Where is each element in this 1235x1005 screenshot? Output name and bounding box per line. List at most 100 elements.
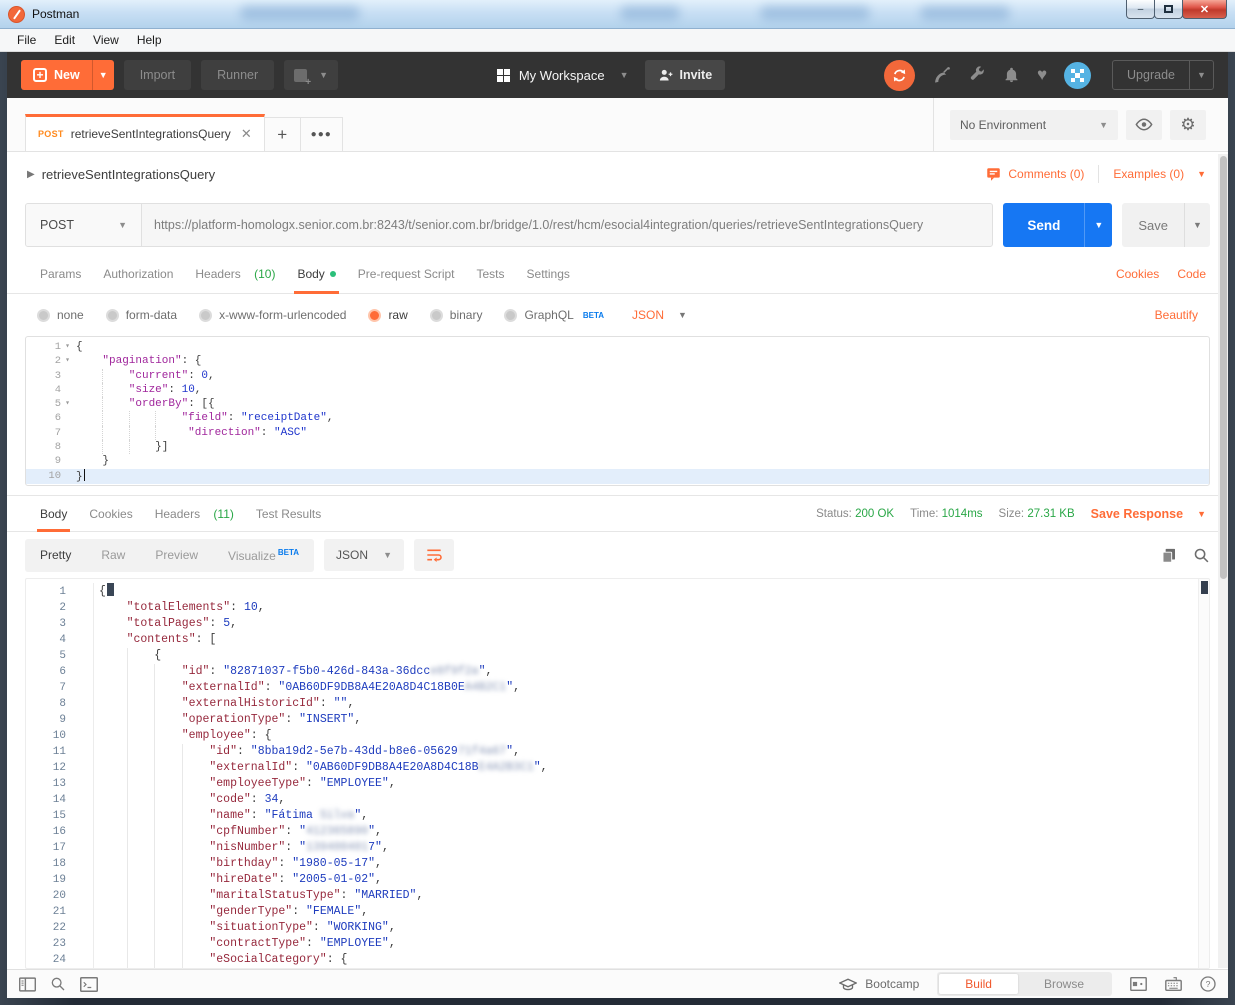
new-button[interactable]: +New ▼	[21, 60, 114, 90]
mode-binary[interactable]: binary	[430, 308, 483, 322]
close-button[interactable]: ✕	[1182, 0, 1227, 19]
workspace-switcher[interactable]: My Workspace ▼	[497, 68, 629, 83]
runner-button[interactable]: Runner	[201, 60, 274, 90]
beautify-link[interactable]: Beautify	[1155, 308, 1198, 322]
chevron-down-icon: ▼	[383, 550, 392, 560]
tab-label: Headers	[155, 507, 200, 521]
content-type-select[interactable]: JSON▼	[632, 308, 687, 322]
new-dropdown[interactable]: ▼	[92, 60, 114, 90]
toggle-sidebar-button[interactable]	[19, 977, 36, 992]
app-scrollbar[interactable]	[1218, 154, 1228, 968]
request-body-editor[interactable]: 1▾{2▾ "pagination": {3 "current": 0,4 "s…	[25, 336, 1210, 486]
interceptor-button[interactable]	[932, 66, 951, 85]
tab-label: Params	[40, 267, 81, 281]
minimize-button[interactable]: ‒	[1126, 0, 1155, 19]
tab-pre-request-script[interactable]: Pre-request Script	[347, 254, 466, 293]
search-response-button[interactable]	[1193, 547, 1210, 564]
build-toggle[interactable]: Build	[939, 974, 1018, 994]
copy-response-button[interactable]	[1161, 547, 1177, 564]
menu-help[interactable]: Help	[128, 30, 171, 50]
upgrade-dropdown[interactable]: ▼	[1189, 61, 1213, 89]
view-raw[interactable]: Raw	[86, 539, 140, 572]
method-select[interactable]: POST ▼	[26, 204, 142, 246]
code-line: 2 "totalElements": 10,	[26, 600, 1209, 616]
save-response-button[interactable]: Save Response▼	[1091, 507, 1206, 521]
response-content-type-select[interactable]: JSON ▼	[324, 539, 404, 571]
code-link[interactable]: Code	[1177, 267, 1206, 281]
tab-tests[interactable]: Tests	[466, 254, 516, 293]
mode-raw[interactable]: raw	[368, 308, 407, 322]
view-pretty[interactable]: Pretty	[25, 539, 86, 572]
tab-label: Headers	[195, 267, 240, 281]
settings-wrench-button[interactable]	[968, 66, 986, 84]
response-tab-test-results[interactable]: Test Results	[245, 496, 332, 531]
upgrade-button[interactable]: Upgrade ▼	[1112, 60, 1214, 90]
examples-button[interactable]: Examples (0) ▼	[1113, 167, 1206, 181]
mode-x-www-form-urlencoded[interactable]: x-www-form-urlencoded	[199, 308, 346, 322]
view-preview[interactable]: Preview	[140, 539, 213, 572]
size-label: Size:	[999, 508, 1025, 520]
favorites-heart-icon[interactable]: ♥	[1037, 65, 1047, 85]
new-tab-button[interactable]: +	[265, 117, 301, 151]
menu-edit[interactable]: Edit	[45, 30, 84, 50]
upgrade-button-label: Upgrade	[1113, 61, 1189, 89]
wrap-lines-button[interactable]	[414, 539, 454, 571]
menubar: File Edit View Help	[0, 29, 1235, 52]
response-scrollbar[interactable]	[1198, 579, 1209, 968]
collapse-triangle-icon[interactable]: ▶	[27, 169, 35, 180]
maximize-button[interactable]	[1154, 0, 1183, 19]
mode-none[interactable]: none	[37, 308, 84, 322]
send-dropdown[interactable]: ▼	[1084, 203, 1112, 247]
mode-graphql[interactable]: GraphQLBETA	[504, 308, 604, 322]
console-button[interactable]	[80, 977, 98, 992]
tab-close-icon[interactable]: ✕	[241, 126, 252, 142]
comments-button[interactable]: Comments (0)	[986, 167, 1084, 182]
tab-body[interactable]: Body	[286, 254, 346, 293]
menu-view[interactable]: View	[84, 30, 128, 50]
radio-selected-icon	[368, 309, 381, 322]
environment-quicklook-button[interactable]	[1126, 110, 1162, 140]
avatar[interactable]	[1064, 62, 1091, 89]
tab-params[interactable]: Params	[29, 254, 92, 293]
invite-button[interactable]: Invite	[645, 60, 726, 90]
menu-file[interactable]: File	[8, 30, 45, 50]
chevron-down-icon: ▼	[1094, 220, 1103, 230]
help-button[interactable]: ?	[1200, 976, 1216, 992]
notifications-button[interactable]	[1003, 66, 1020, 84]
headers-count: (11)	[213, 507, 233, 521]
response-body-viewer[interactable]: 1{2 "totalElements": 10,3 "totalPages": …	[25, 578, 1210, 969]
titlebar-blur-decoration	[620, 6, 680, 20]
radio-icon	[199, 309, 212, 322]
response-scrollbar-thumb[interactable]	[1201, 581, 1208, 594]
code-line: 10}	[26, 469, 1209, 484]
tab-options-button[interactable]: ●●●	[301, 117, 343, 151]
app-scrollbar-thumb[interactable]	[1220, 156, 1227, 579]
import-button[interactable]: Import	[124, 60, 191, 90]
view-visualize[interactable]: VisualizeBETA	[213, 539, 314, 572]
save-dropdown[interactable]: ▼	[1184, 203, 1210, 247]
shortcuts-button[interactable]	[1165, 977, 1182, 991]
response-tab-body[interactable]: Body	[29, 496, 78, 531]
find-button[interactable]	[50, 976, 66, 992]
sync-status-button[interactable]	[884, 60, 915, 91]
settings-button[interactable]: ⚙	[1170, 110, 1206, 140]
save-button[interactable]: Save ▼	[1122, 203, 1210, 247]
url-input[interactable]	[142, 204, 992, 246]
tab-label: Pre-request Script	[358, 267, 455, 281]
mode-form-data[interactable]: form-data	[106, 308, 177, 322]
tab-settings[interactable]: Settings	[516, 254, 581, 293]
send-button[interactable]: Send ▼	[1003, 203, 1112, 247]
cookies-link[interactable]: Cookies	[1116, 267, 1159, 281]
code-line: 6 "field": "receiptDate",	[26, 411, 1209, 425]
response-tab-cookies[interactable]: Cookies	[78, 496, 143, 531]
two-pane-view-button[interactable]	[1130, 977, 1147, 991]
open-new-button[interactable]: ▼	[284, 60, 338, 90]
response-tab-headers[interactable]: Headers (11)	[144, 496, 245, 531]
tab-headers[interactable]: Headers (10)	[184, 254, 286, 293]
browse-toggle[interactable]: Browse	[1018, 974, 1110, 994]
tab-authorization[interactable]: Authorization	[92, 254, 184, 293]
environment-select[interactable]: No Environment ▼	[950, 110, 1118, 140]
request-tab[interactable]: POST retrieveSentIntegrationsQuery ✕	[25, 114, 265, 151]
headers-count: (10)	[254, 267, 275, 281]
bootcamp-button[interactable]: Bootcamp	[839, 977, 919, 991]
